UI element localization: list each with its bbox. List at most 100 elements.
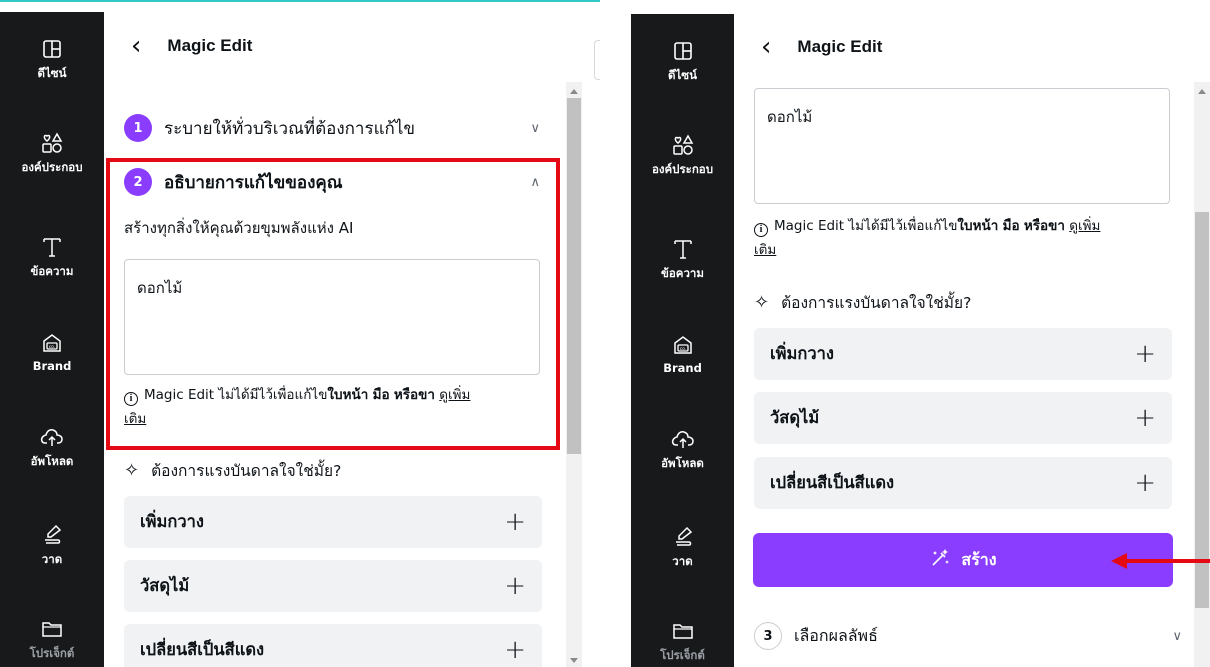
- brand-icon: co.: [37, 328, 67, 358]
- inspiration-heading: ✧ ต้องการแรงบันดาลใจใช่มั้ย?: [124, 458, 341, 483]
- magic-edit-note: i Magic Edit ไม่ได้มีไว้เพื่อแก้ไขใบหน้า …: [754, 214, 1174, 262]
- sidebar-item-label: โปรเจ็กต์: [660, 648, 705, 662]
- learn-more-text: เติม: [754, 242, 777, 258]
- sparkle-icon: ✧: [754, 292, 770, 313]
- sidebar-item-design[interactable]: ดีไซน์: [0, 34, 104, 83]
- info-icon: i: [754, 223, 768, 237]
- page-title: Magic Edit: [797, 37, 883, 56]
- scrollbar[interactable]: [566, 82, 582, 667]
- note-or: หรือ: [1023, 218, 1049, 234]
- learn-more-text: ดูเพิ่ม: [1069, 218, 1101, 234]
- plus-icon: +: [1134, 468, 1156, 498]
- magic-wand-icon: [929, 547, 951, 574]
- step-label: เลือกผลลัพธ์: [794, 625, 878, 645]
- sidebar-item-brand[interactable]: co. Brand: [631, 330, 734, 375]
- sidebar-item-label: วาด: [672, 554, 693, 568]
- scrollbar-thumb[interactable]: [1195, 212, 1209, 608]
- page-title: Magic Edit: [167, 36, 253, 55]
- plus-icon: +: [504, 507, 526, 537]
- text-icon: [37, 232, 67, 262]
- note-face: ใบหน้า: [957, 218, 999, 234]
- prompt-input-value: ดอกไม้: [767, 108, 813, 126]
- suggestion-wood-material[interactable]: วัสดุไม้ +: [124, 560, 542, 612]
- prompt-input[interactable]: ดอกไม้: [754, 88, 1170, 204]
- sidebar-item-label: องค์ประกอบ: [21, 160, 83, 174]
- sidebar-item-label: ดีไซน์: [37, 66, 67, 80]
- folder-icon: [668, 616, 698, 646]
- draw-icon: [668, 522, 698, 552]
- sidebar-item-label: Brand: [32, 359, 72, 373]
- sidebar-item-label: อัพโหลด: [30, 454, 74, 468]
- upload-icon: [668, 424, 698, 454]
- sidebar-item-label: ข้อความ: [661, 266, 704, 280]
- panel-header: ‹ Magic Edit: [734, 14, 1210, 80]
- sidebar-item-label: วาด: [41, 552, 63, 566]
- sidebar-item-design[interactable]: ดีไซน์: [631, 36, 734, 85]
- sidebar-item-draw[interactable]: วาด: [0, 520, 104, 569]
- chevron-left-icon[interactable]: ‹: [761, 34, 771, 60]
- suggestion-add-deer[interactable]: เพิ่มกวาง +: [754, 328, 1172, 380]
- chevron-down-icon: ∨: [1172, 628, 1182, 644]
- step-3-header[interactable]: 3 เลือกผลลัพธ์ ∨: [754, 618, 1182, 654]
- layout-icon: [37, 34, 67, 64]
- sparkle-icon: ✧: [124, 460, 140, 481]
- sidebar-item-label: ดีไซน์: [668, 68, 697, 82]
- sidebar-item-upload[interactable]: อัพโหลด: [0, 422, 104, 471]
- scrollbar[interactable]: [1194, 82, 1210, 667]
- suggestion-label: เพิ่มกวาง: [770, 344, 834, 363]
- svg-text:co.: co.: [49, 345, 56, 350]
- left-screenshot-panel: ดีไซน์ องค์ประกอบ ข้อความ co. Brand อัพโ…: [0, 0, 600, 667]
- sidebar-item-text[interactable]: ข้อความ: [0, 232, 104, 281]
- inspiration-label: ต้องการแรงบันดาลใจใช่มั้ย?: [781, 294, 972, 312]
- chevron-down-icon: ∨: [530, 120, 540, 136]
- suggestion-wood-material[interactable]: วัสดุไม้ +: [754, 392, 1172, 444]
- sidebar-item-elements[interactable]: องค์ประกอบ: [631, 130, 734, 179]
- scroll-down-arrow[interactable]: [570, 658, 578, 663]
- note-text: Magic Edit ไม่ได้มีไว้เพื่อแก้ไข: [774, 218, 958, 234]
- sidebar-item-label: อัพโหลด: [661, 456, 704, 470]
- top-accent-line: [0, 0, 600, 2]
- note-hands: มือ: [1002, 218, 1020, 234]
- step-number-badge: 3: [754, 622, 782, 650]
- canvas-edge: [594, 40, 600, 80]
- scrollbar-thumb[interactable]: [567, 98, 581, 454]
- step-label: ระบายให้ทั่วบริเวณที่ต้องการแก้ไข: [164, 118, 416, 139]
- sidebar-item-draw[interactable]: วาด: [631, 522, 734, 571]
- svg-text:co.: co.: [679, 347, 686, 352]
- sidebar-item-projects[interactable]: โปรเจ็กต์: [0, 614, 104, 663]
- folder-icon: [37, 614, 67, 644]
- plus-icon: +: [1134, 339, 1156, 369]
- note-legs: ขา: [1048, 218, 1065, 234]
- right-screenshot-panel: ดีไซน์ องค์ประกอบ ข้อความ co. Brand อัพโ…: [631, 0, 1210, 667]
- inspiration-heading: ✧ ต้องการแรงบันดาลใจใช่มั้ย?: [754, 290, 971, 315]
- sidebar-item-label: ข้อความ: [30, 264, 74, 278]
- step-1-header[interactable]: 1 ระบายให้ทั่วบริเวณที่ต้องการแก้ไข ∨: [124, 110, 542, 146]
- suggestion-add-deer[interactable]: เพิ่มกวาง +: [124, 496, 542, 548]
- suggestion-label: เปลี่ยนสีเป็นสีแดง: [770, 473, 895, 492]
- sidebar-item-label: โปรเจ็กต์: [29, 646, 75, 660]
- suggestion-change-red[interactable]: เปลี่ยนสีเป็นสีแดง +: [124, 624, 542, 667]
- sidebar-item-upload[interactable]: อัพโหลด: [631, 424, 734, 473]
- suggestion-change-red[interactable]: เปลี่ยนสีเป็นสีแดง +: [754, 457, 1172, 509]
- sidebar-item-elements[interactable]: องค์ประกอบ: [0, 128, 104, 177]
- scroll-up-arrow[interactable]: [1198, 89, 1206, 94]
- sidebar-item-projects[interactable]: โปรเจ็กต์: [631, 616, 734, 665]
- scroll-up-arrow[interactable]: [570, 89, 578, 94]
- panel-header: ‹ Magic Edit: [104, 12, 600, 80]
- elements-icon: [668, 130, 698, 160]
- sidebar-item-text[interactable]: ข้อความ: [631, 234, 734, 283]
- sidebar-item-label: Brand: [663, 361, 702, 375]
- inspiration-label: ต้องการแรงบันดาลใจใช่มั้ย?: [151, 462, 342, 480]
- create-button[interactable]: สร้าง: [753, 533, 1173, 587]
- suggestion-label: เพิ่มกวาง: [140, 512, 204, 531]
- text-icon: [668, 234, 698, 264]
- suggestion-label: วัสดุไม้: [140, 576, 190, 595]
- plus-icon: +: [504, 635, 526, 665]
- create-button-label: สร้าง: [961, 549, 997, 569]
- chevron-left-icon[interactable]: ‹: [131, 33, 141, 59]
- pointer-arrow: [1125, 559, 1210, 563]
- suggestion-label: เปลี่ยนสีเป็นสีแดง: [140, 640, 265, 659]
- sidebar-item-brand[interactable]: co. Brand: [0, 328, 104, 373]
- elements-icon: [37, 128, 67, 158]
- sidebar: ดีไซน์ องค์ประกอบ ข้อความ co. Brand อัพโ…: [0, 12, 104, 667]
